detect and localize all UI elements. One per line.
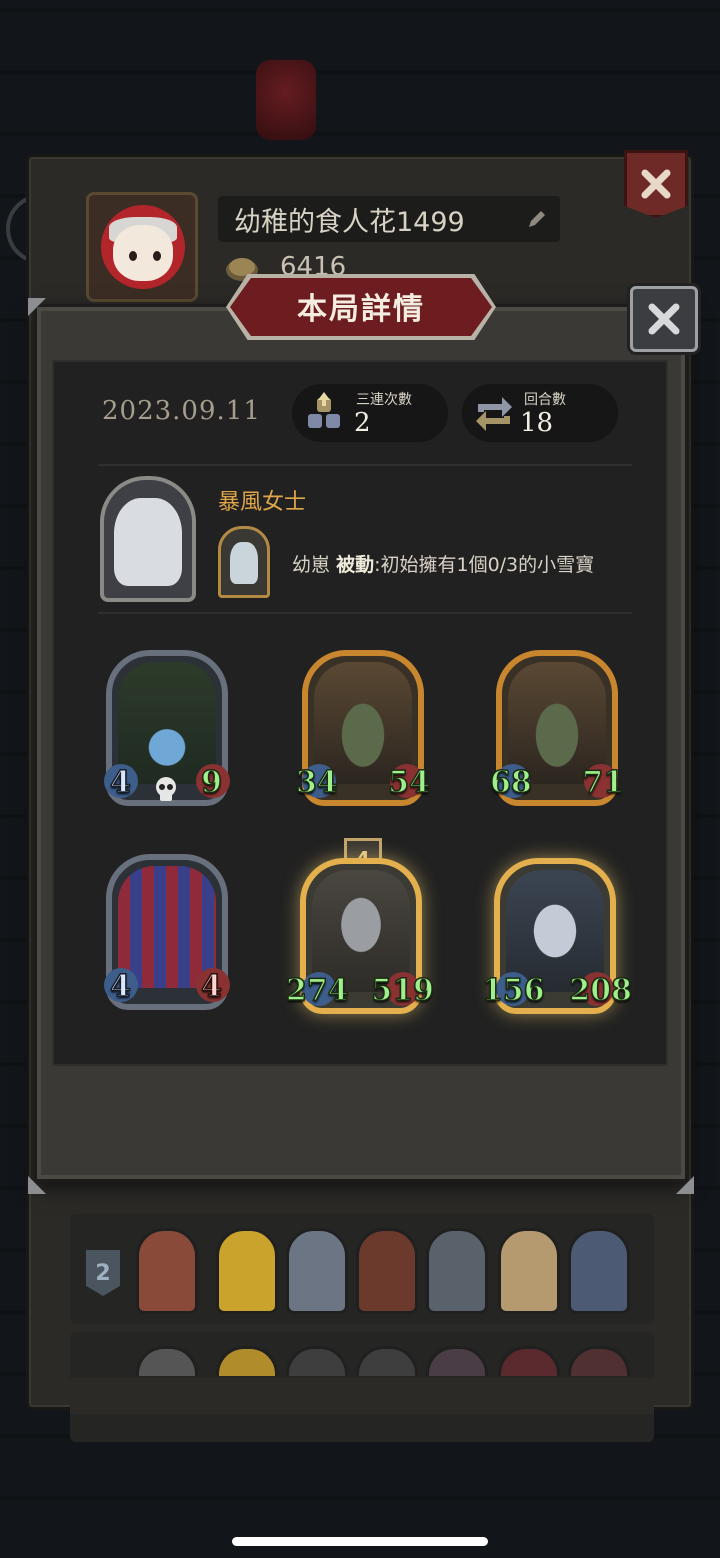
profile-close-button[interactable]	[624, 150, 688, 218]
hero-name: 暴風女士	[218, 490, 307, 515]
card-attack: 4	[109, 764, 131, 801]
skill-effect: :初始擁有1個0/3的小雪寶	[374, 554, 595, 576]
minion-card[interactable]: 274 519	[285, 858, 435, 1014]
card-health: 71	[582, 764, 625, 801]
card-attack: 274	[285, 972, 349, 1009]
home-indicator[interactable]	[232, 1537, 488, 1546]
minion-card[interactable]: 4 9	[104, 650, 230, 806]
card-attack: 34	[295, 764, 338, 801]
history-card-icon	[216, 1228, 278, 1314]
history-card-icon	[498, 1228, 560, 1314]
card-health: 54	[388, 764, 431, 801]
triple-label: 三連次數	[356, 392, 412, 408]
dialog-title: 本局詳情	[297, 292, 425, 327]
lantern-decoration	[256, 60, 316, 140]
pencil-icon[interactable]	[526, 208, 548, 230]
minion-card[interactable]: 4 4	[104, 854, 230, 1010]
skill-description: 幼崽 被動:初始擁有1個0/3的小雪寶	[292, 550, 594, 577]
avatar[interactable]	[86, 192, 198, 302]
triple-icon	[308, 392, 340, 428]
rounds-icon	[476, 397, 512, 431]
card-health: 208	[569, 972, 633, 1009]
card-health: 519	[371, 972, 435, 1009]
history-card-icon	[286, 1228, 348, 1314]
minion-card[interactable]: 68 71	[489, 650, 625, 806]
skill-type: 被動	[336, 554, 375, 576]
rounds-value: 18	[520, 408, 554, 438]
history-card-icon	[356, 1228, 418, 1314]
rank-number: 2	[95, 1260, 111, 1286]
skull-icon	[156, 777, 176, 801]
card-attack: 68	[489, 764, 532, 801]
skill-art	[230, 542, 258, 584]
history-card-icon	[426, 1228, 488, 1314]
close-icon	[648, 303, 680, 335]
triple-value: 2	[354, 408, 371, 438]
card-health: 9	[200, 764, 222, 801]
minion-card[interactable]: 34 54	[295, 650, 431, 806]
rounds-label: 回合數	[524, 392, 566, 408]
card-attack: 156	[481, 972, 545, 1009]
panel-footer	[70, 1378, 654, 1414]
hero-art	[114, 498, 182, 586]
divider	[98, 612, 632, 614]
card-health: 4	[200, 968, 222, 1005]
history-hero-icon	[136, 1228, 198, 1314]
close-icon	[641, 169, 671, 199]
minion-card[interactable]: 156 208	[481, 858, 633, 1014]
match-date: 2023.09.11	[102, 396, 261, 426]
dialog-close-button[interactable]	[630, 286, 698, 352]
player-name: 幼稚的食人花1499	[234, 207, 465, 238]
divider	[98, 464, 632, 466]
history-card-icon	[568, 1228, 630, 1314]
skill-name: 幼崽	[292, 554, 331, 576]
card-attack: 4	[109, 968, 131, 1005]
